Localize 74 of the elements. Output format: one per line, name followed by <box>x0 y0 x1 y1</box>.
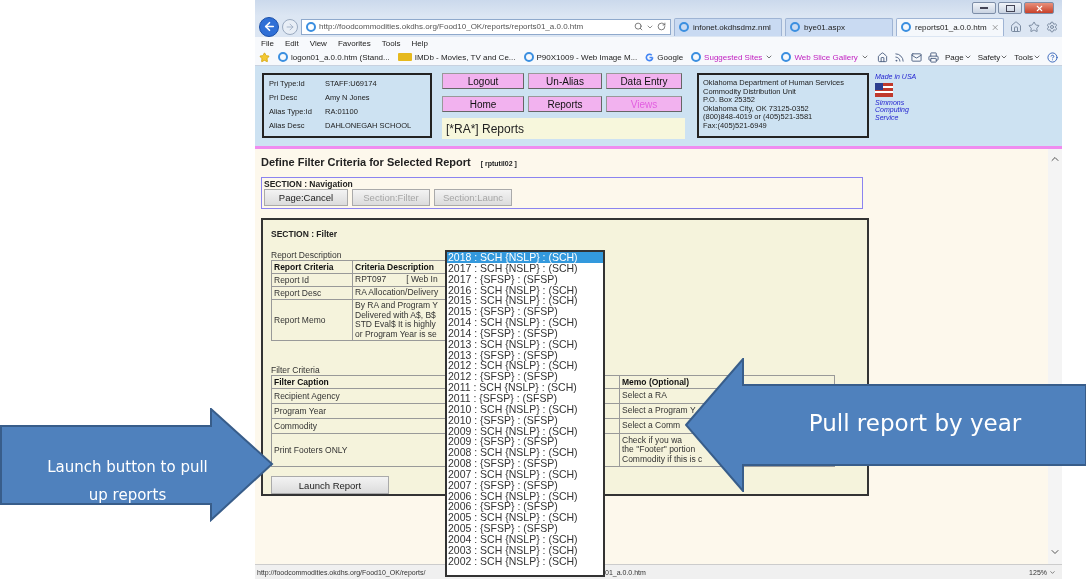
callout-text: Launch button to pull up reports <box>46 457 209 506</box>
section-button[interactable]: Page:Cancel <box>264 189 348 206</box>
google-icon <box>645 52 655 62</box>
table-cell: Report Memo <box>271 299 353 341</box>
menu-item[interactable]: Favorites <box>337 38 371 48</box>
table-caption: Filter Criteria <box>271 365 320 375</box>
nav-button[interactable]: Un-Alias <box>528 73 602 89</box>
forward-button[interactable] <box>282 18 298 35</box>
address-field[interactable]: http://foodcommodities.okdhs.org/Food10_OK/reports/reports01_a.0.0.htm <box>301 18 671 35</box>
page-icon <box>679 22 689 32</box>
caret-icon <box>1033 53 1041 61</box>
page-icon <box>790 22 800 32</box>
command-menu[interactable]: Page <box>944 52 972 62</box>
page-icon <box>781 52 792 62</box>
menu-item[interactable]: Tools <box>381 38 401 48</box>
page-icon <box>306 21 316 32</box>
home-icon[interactable] <box>1010 20 1022 33</box>
favorite-link[interactable]: IMDb - Movies, TV and Ce... <box>414 52 516 62</box>
menu-item[interactable]: View <box>309 38 327 48</box>
caret-icon <box>1049 568 1056 576</box>
table-cell: Report Id <box>271 273 353 287</box>
nav-button[interactable]: Home <box>442 96 524 112</box>
browser-tab[interactable]: reports01_a.0.0.htm <box>896 17 1004 36</box>
arrow-right-icon <box>285 21 295 32</box>
section-title: SECTION : Navigation <box>264 179 354 189</box>
table-cell: Report Desc <box>271 286 353 300</box>
minimize-button[interactable] <box>972 2 996 14</box>
help-icon[interactable] <box>1047 51 1058 63</box>
nav-button[interactable]: Data Entry <box>606 73 682 89</box>
caret-icon <box>963 53 972 61</box>
browser-tab[interactable]: infonet.okdhsdmz.nml <box>674 17 782 36</box>
star-icon[interactable] <box>1028 20 1040 33</box>
favorite-link[interactable]: logon01_a.0.0.htm (Stand... <box>291 52 390 62</box>
column-header: Report Criteria <box>271 260 353 274</box>
command-menu[interactable]: Tools <box>1014 52 1041 62</box>
arrow-left-icon <box>262 20 276 33</box>
browser-tab[interactable]: bye01.aspx <box>785 17 893 36</box>
favorite-link[interactable]: P90X1009 - Web Image M... <box>536 52 638 62</box>
launch-report-button[interactable]: Launch Report <box>271 476 389 494</box>
favorite-link[interactable]: Web Slice Gallery <box>794 52 858 62</box>
printer-icon[interactable] <box>927 51 939 63</box>
column-header: Filter Caption <box>271 375 447 389</box>
page-title: Define Filter Criteria for Selected Report <box>261 156 471 168</box>
caret-icon <box>1000 53 1009 61</box>
command-menu[interactable]: Safety <box>977 52 1009 62</box>
menu-item[interactable]: File <box>261 38 274 48</box>
logo-icon <box>397 53 412 61</box>
section-title: SECTION : Filter <box>271 229 339 239</box>
menu-item[interactable]: Edit <box>284 38 299 48</box>
back-button[interactable] <box>259 16 279 37</box>
page-icon <box>278 52 288 62</box>
favorite-link[interactable]: Suggested Sites <box>704 52 763 62</box>
nav-button[interactable]: Reports <box>528 96 602 112</box>
caret-icon[interactable] <box>860 53 869 61</box>
table-caption: Report Description <box>271 250 342 260</box>
page-icon <box>901 22 911 32</box>
settings-icon[interactable] <box>1046 20 1058 33</box>
page-icon <box>523 52 534 62</box>
close-icon <box>1034 3 1044 13</box>
home-icon[interactable] <box>876 51 888 63</box>
search-icon[interactable] <box>634 22 643 31</box>
mail-icon[interactable] <box>910 51 922 63</box>
refresh-icon[interactable] <box>657 22 666 31</box>
nav-button[interactable]: Logout <box>442 73 524 89</box>
favorites-star-icon[interactable] <box>259 51 270 63</box>
favorite-link[interactable]: Google <box>657 52 684 62</box>
menu-item[interactable]: Help <box>411 38 428 48</box>
flag-icon <box>875 82 893 97</box>
maximize-button[interactable] <box>998 2 1022 14</box>
caret-icon[interactable] <box>765 53 774 61</box>
close-button[interactable] <box>1024 2 1054 14</box>
page-icon <box>691 52 702 62</box>
feed-icon[interactable] <box>893 51 905 63</box>
context-title: [*RA*] Reports <box>442 118 685 139</box>
